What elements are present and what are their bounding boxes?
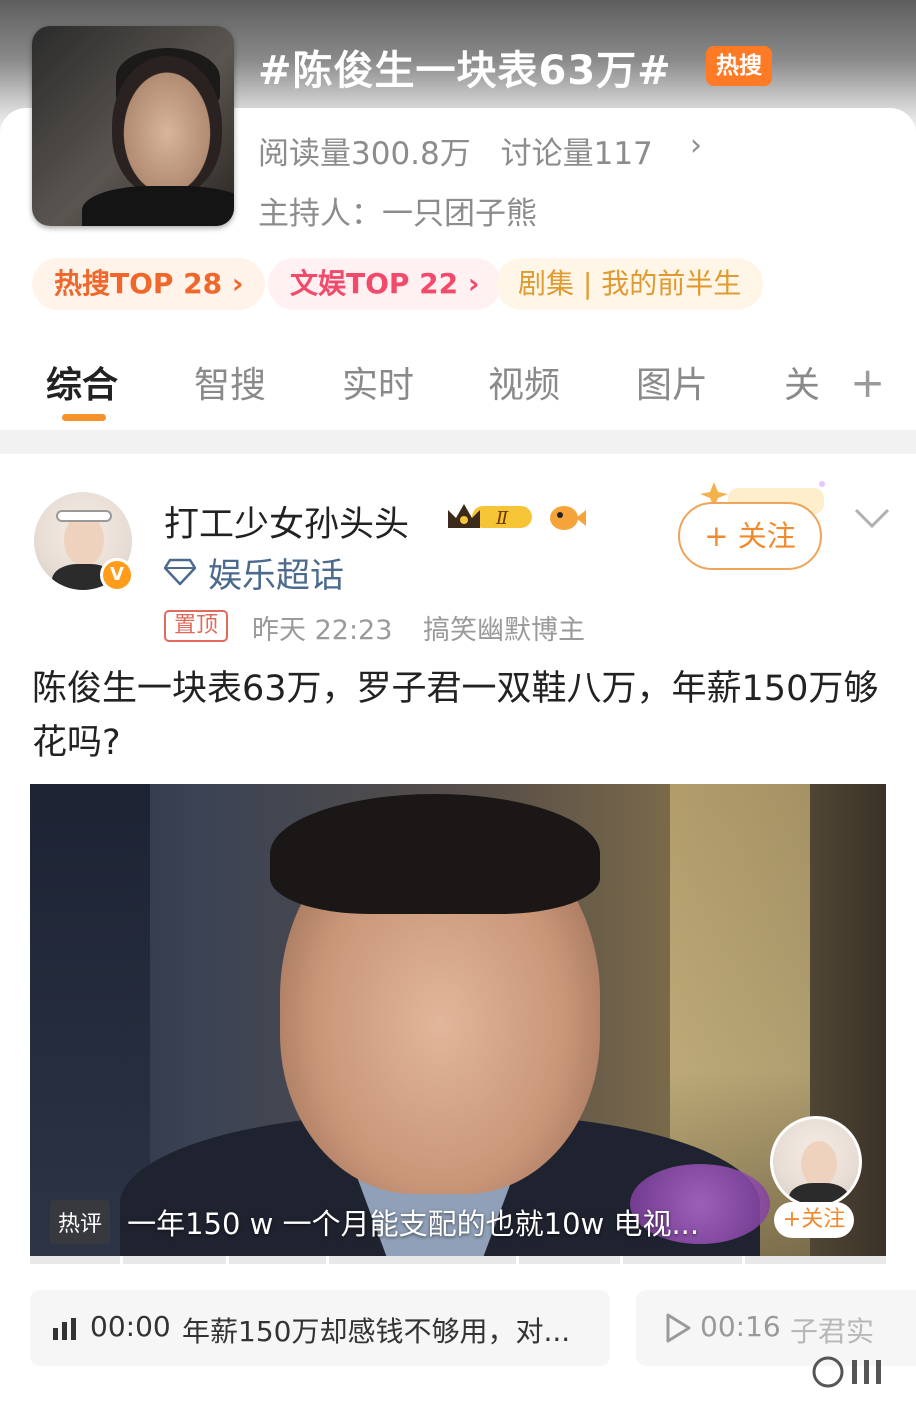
active-tab-indicator	[62, 414, 106, 421]
pufferfish-icon	[550, 506, 586, 530]
chevron-right-icon[interactable]: ›	[690, 128, 702, 163]
chevron-down-icon[interactable]	[852, 506, 892, 530]
follow-button[interactable]: + 关注	[678, 502, 822, 570]
watermark-logo-icon	[812, 1356, 881, 1388]
post-time: 昨天 22:23	[252, 615, 393, 646]
tab-comprehensive[interactable]: 综合	[46, 356, 118, 408]
author-role: 搞笑幽默博主	[423, 615, 585, 646]
tab-video[interactable]: 视频	[488, 356, 560, 408]
chapter-item[interactable]: 00:00 年薪150万却感钱不够用，对...	[30, 1290, 610, 1366]
tag-hot-search-rank[interactable]: 热搜TOP 28 ›	[32, 258, 266, 310]
pinned-badge: 置顶	[164, 610, 229, 642]
tab-realtime[interactable]: 实时	[342, 356, 414, 408]
chapter-title: 子君实	[790, 1315, 875, 1348]
super-topic-label[interactable]: 娱乐超话	[208, 548, 344, 597]
diamond-icon	[164, 558, 196, 586]
video-chapter-progress[interactable]	[30, 1256, 886, 1264]
level-number: Ⅱ	[495, 508, 509, 529]
hot-comment-tag: 热评	[50, 1200, 111, 1244]
topic-host[interactable]: 主持人：一只团子熊	[258, 188, 537, 233]
tab-images[interactable]: 图片	[636, 356, 708, 408]
video-author-avatar[interactable]	[770, 1116, 862, 1208]
play-icon	[666, 1313, 691, 1343]
tag-drama-series[interactable]: 剧集 | 我的前半生	[496, 258, 764, 310]
post-meta: 昨天 22:23 搞笑幽默博主	[252, 608, 607, 647]
topic-stats[interactable]: 阅读量300.8万 讨论量117	[258, 128, 673, 173]
tab-smart-search[interactable]: 智搜	[194, 356, 266, 408]
video-player[interactable]: 热评 一年150 w 一个月能支配的也就10w 电视... +关注	[30, 784, 886, 1262]
chapter-title: 年薪150万却感钱不够用，对...	[182, 1315, 571, 1348]
hot-comment-text: 一年150 w 一个月能支配的也就10w 电视...	[127, 1207, 700, 1241]
crown-level-icon: Ⅱ	[448, 504, 532, 529]
username[interactable]: 打工少女孙头头	[164, 496, 409, 547]
discussion-count: 讨论量117	[500, 136, 653, 172]
tag-entertainment-rank[interactable]: 文娱TOP 22 ›	[268, 258, 502, 310]
topic-title: #陈俊生一块表63万#	[258, 48, 672, 94]
hot-badge: 热搜	[706, 46, 772, 86]
section-divider	[0, 430, 916, 454]
audio-bars-icon	[53, 1318, 76, 1340]
verified-badge-icon: V	[100, 558, 134, 592]
hot-comment[interactable]: 热评 一年150 w 一个月能支配的也就10w 电视...	[50, 1200, 770, 1250]
video-follow-button[interactable]: +关注	[774, 1202, 854, 1238]
chapter-list: 00:00 年薪150万却感钱不够用，对... 00:16 子君实	[30, 1290, 916, 1366]
topic-cover-image[interactable]	[32, 26, 234, 226]
chapter-time: 00:16	[700, 1310, 781, 1343]
tab-bar: 综合 智搜 实时 视频 图片 关 +	[0, 340, 916, 428]
post-text[interactable]: 陈俊生一块表63万，罗子君一双鞋八万，年薪150万够花吗?	[32, 662, 888, 770]
add-tab-icon[interactable]: +	[850, 358, 885, 407]
chapter-time: 00:00	[90, 1310, 171, 1343]
tab-related[interactable]: 关	[784, 356, 820, 408]
read-count: 阅读量300.8万	[258, 136, 471, 172]
